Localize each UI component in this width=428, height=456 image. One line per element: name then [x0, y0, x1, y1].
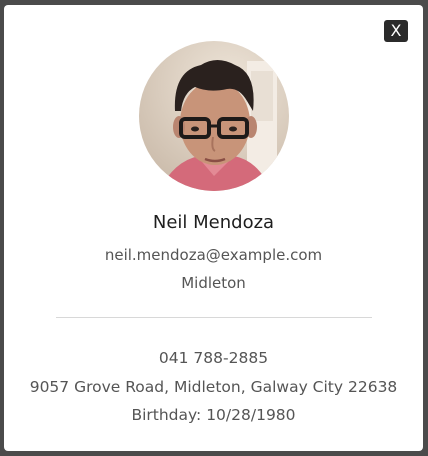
close-button[interactable]: X	[384, 20, 408, 42]
user-photo-icon	[139, 41, 289, 191]
profile-name: Neil Mendoza	[152, 212, 275, 233]
profile-phone: 041 788-2885	[158, 349, 269, 367]
profile-modal: X Neil Mendoza neil.mendoza@example.com …	[4, 5, 423, 451]
divider	[56, 317, 372, 318]
profile-city: Midleton	[181, 274, 246, 292]
profile-birthday: Birthday: 10/28/1980	[131, 406, 296, 424]
profile-address: 9057 Grove Road, Midleton, Galway City 2…	[29, 378, 398, 396]
avatar	[139, 41, 289, 191]
profile-email: neil.mendoza@example.com	[104, 246, 323, 264]
